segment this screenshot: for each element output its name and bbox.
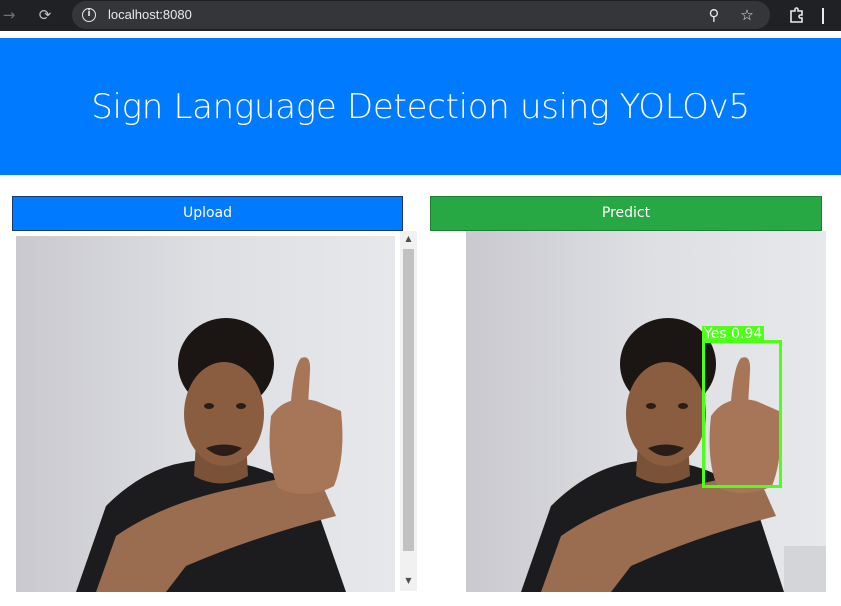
page-title: Sign Language Detection using YOLOv5 [91, 86, 750, 127]
scroll-up-icon[interactable]: ▲ [400, 231, 417, 247]
zoom-icon[interactable]: ⚲ [703, 4, 725, 26]
puzzle-icon[interactable] [786, 4, 808, 26]
scrollbar[interactable]: ▲ ▼ [400, 231, 417, 591]
page-header: Sign Language Detection using YOLOv5 [0, 38, 841, 175]
detection-label: Yes 0.94 [702, 326, 765, 342]
address-bar[interactable]: i localhost:8080 ⚲ ☆ [72, 1, 770, 29]
browser-toolbar: → ⟳ i localhost:8080 ⚲ ☆ [0, 0, 841, 31]
upload-button[interactable]: Upload [12, 196, 403, 231]
input-image [16, 236, 395, 592]
predict-button[interactable]: Predict [430, 196, 822, 231]
scroll-down-icon[interactable]: ▼ [400, 573, 417, 589]
back-arrow-icon[interactable]: → [0, 4, 20, 26]
info-icon[interactable]: i [82, 8, 96, 22]
scroll-thumb[interactable] [403, 249, 414, 551]
detection-box [702, 340, 782, 488]
input-photo [16, 236, 395, 592]
url-text[interactable]: localhost:8080 [108, 7, 192, 23]
reload-icon[interactable]: ⟳ [34, 4, 56, 26]
star-icon[interactable]: ☆ [736, 4, 758, 26]
toolbar-separator [822, 8, 824, 24]
